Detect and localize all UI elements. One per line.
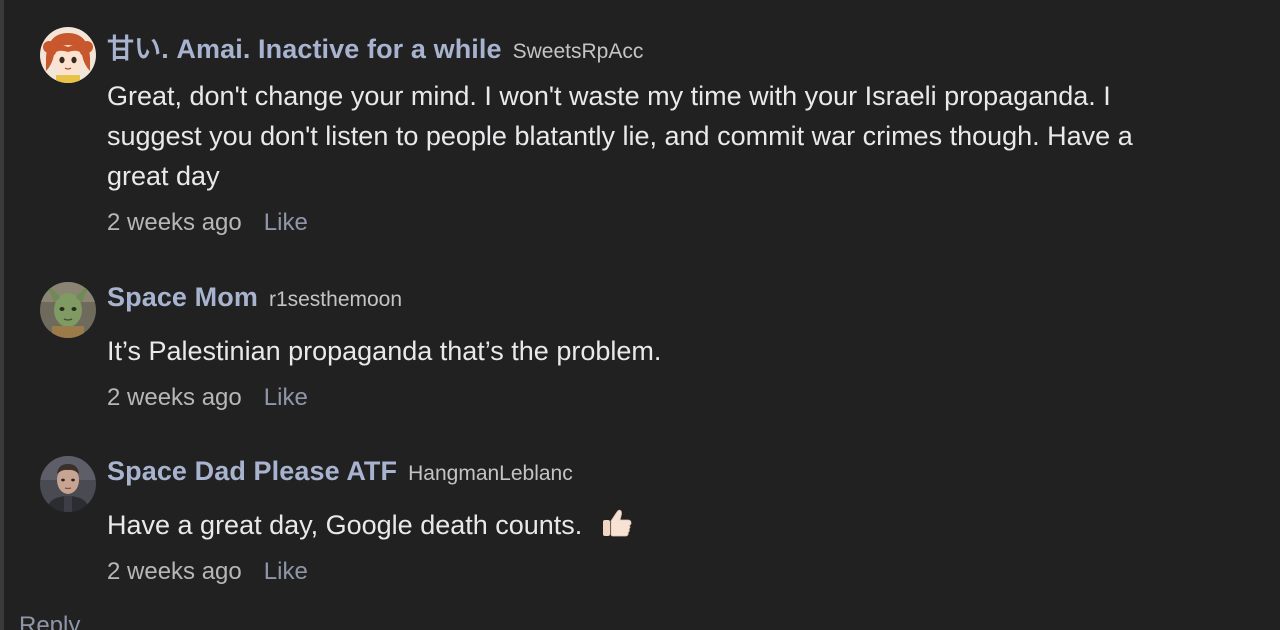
username[interactable]: HangmanLeblanc <box>408 462 573 486</box>
timestamp: 2 weeks ago <box>107 558 242 585</box>
avatar[interactable] <box>40 282 96 338</box>
comment-text: Have a great day, Google death counts. <box>107 510 583 540</box>
uniformed-man-avatar-icon <box>40 456 96 512</box>
comment-item: Space Mom r1sesthemoon It’s Palestinian … <box>40 282 1240 422</box>
display-name[interactable]: Space Mom <box>107 282 258 313</box>
comment-header: Space Mom r1sesthemoon <box>107 282 402 318</box>
like-button[interactable]: Like <box>264 384 308 412</box>
avatar[interactable] <box>40 27 96 83</box>
comment-item: Space Dad Please ATF HangmanLeblanc Have… <box>40 456 1240 596</box>
comment-text: It’s Palestinian propaganda that’s the p… <box>107 336 662 366</box>
reply-button[interactable]: Reply <box>19 612 80 630</box>
thread-divider <box>0 0 4 630</box>
thumbs-up-icon <box>600 506 634 551</box>
timestamp: 2 weeks ago <box>107 209 242 236</box>
username[interactable]: SweetsRpAcc <box>513 40 644 64</box>
comment-header: Space Dad Please ATF HangmanLeblanc <box>107 456 573 492</box>
like-button[interactable]: Like <box>264 558 308 586</box>
avatar[interactable] <box>40 456 96 512</box>
alien-character-avatar-icon <box>40 282 96 338</box>
like-button[interactable]: Like <box>264 209 308 237</box>
comment-meta: 2 weeks ago Like <box>107 209 308 237</box>
anime-girl-avatar-icon <box>40 27 96 83</box>
display-name[interactable]: 甘い. Amai. Inactive for a while <box>107 27 502 66</box>
comment-header: 甘い. Amai. Inactive for a while SweetsRpA… <box>107 27 644 66</box>
comment-thread: 甘い. Amai. Inactive for a while SweetsRpA… <box>0 0 1280 630</box>
username[interactable]: r1sesthemoon <box>269 288 402 312</box>
comment-item: 甘い. Amai. Inactive for a while SweetsRpA… <box>40 27 1240 247</box>
comment-meta: 2 weeks ago Like <box>107 384 308 412</box>
comment-text-row: Have a great day, Google death counts. <box>107 505 1200 551</box>
comment-meta: 2 weeks ago Like <box>107 558 308 586</box>
display-name[interactable]: Space Dad Please ATF <box>107 456 397 487</box>
timestamp: 2 weeks ago <box>107 384 242 411</box>
comment-text: Great, don't change your mind. I won't w… <box>107 81 1133 191</box>
